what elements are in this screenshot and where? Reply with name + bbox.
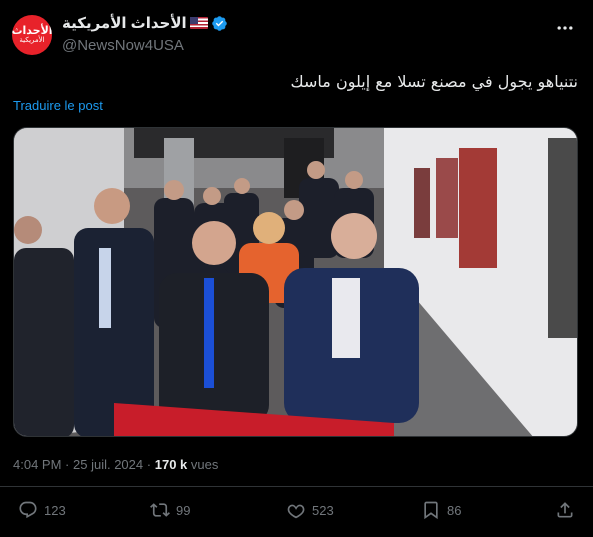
author-name-row[interactable]: الأحداث الأمريكية	[62, 14, 228, 32]
reply-count: 123	[44, 502, 66, 518]
us-flag-icon	[189, 17, 208, 29]
translate-post-link[interactable]: Traduire le post	[13, 98, 103, 113]
bookmark-count: 86	[447, 502, 462, 518]
share-button[interactable]	[555, 500, 575, 520]
divider	[0, 486, 593, 487]
views-count: 170 k	[154, 457, 188, 472]
like-count: 523	[312, 502, 334, 518]
avatar[interactable]: الأحداث الأمريكية	[12, 15, 52, 55]
author-display-name[interactable]: الأحداث الأمريكية	[62, 14, 187, 32]
post-date[interactable]: 25 juil. 2024	[73, 457, 143, 472]
avatar-text: الأحداث	[12, 24, 52, 37]
like-icon	[287, 504, 305, 519]
author-handle[interactable]: @NewsNow4USA	[62, 37, 184, 54]
meta-separator-2: ·	[146, 457, 152, 472]
avatar-subtext: الأمريكية	[19, 36, 45, 44]
action-bar: 123 99 523 86	[0, 500, 593, 530]
more-options-button[interactable]	[551, 14, 579, 42]
repost-count: 99	[176, 502, 191, 518]
like-button[interactable]: 523	[286, 500, 334, 520]
post-time[interactable]: 4:04 PM	[13, 457, 61, 472]
share-icon	[557, 502, 573, 518]
meta-separator: ·	[65, 457, 70, 472]
post-meta: 4:04 PM · 25 juil. 2024 · 170 k vues	[13, 457, 218, 472]
post-media-video[interactable]	[13, 127, 578, 437]
video-frame	[14, 128, 577, 436]
repost-button[interactable]: 99	[150, 500, 190, 520]
reply-button[interactable]: 123	[18, 500, 66, 520]
verified-badge-icon	[211, 15, 227, 31]
views-label: vues	[190, 457, 219, 472]
repost-icon	[150, 503, 170, 517]
bookmark-button[interactable]: 86	[421, 500, 461, 520]
more-icon	[557, 26, 573, 30]
post-text: نتنياهو يجول في مصنع تسلا مع إيلون ماسك	[290, 72, 578, 91]
reply-icon	[19, 501, 37, 519]
bookmark-icon	[424, 501, 438, 520]
